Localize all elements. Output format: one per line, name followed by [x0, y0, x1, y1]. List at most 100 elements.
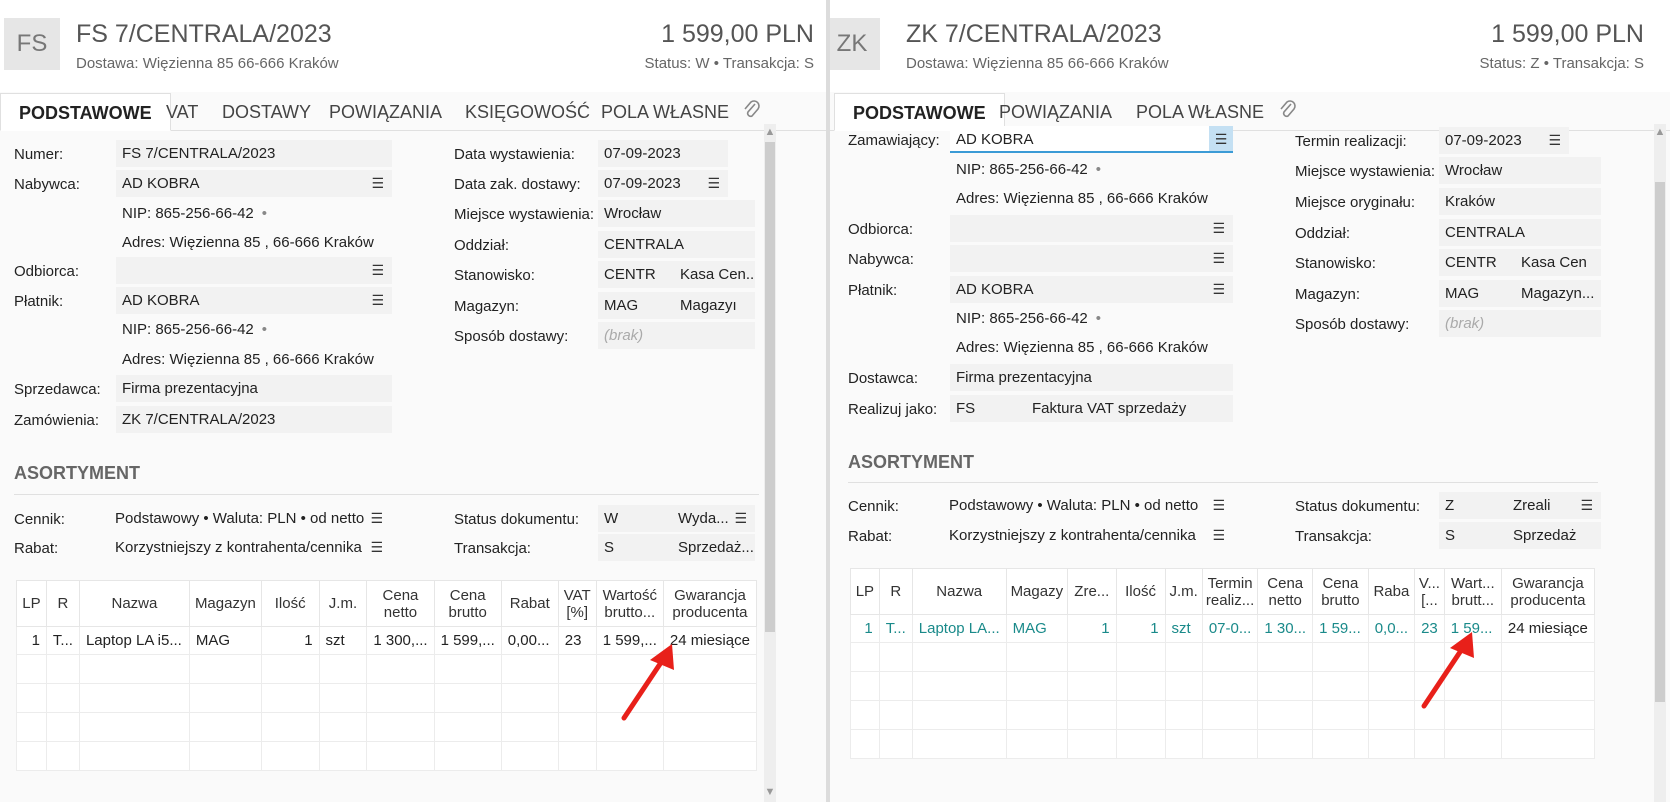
column-header[interactable]: Cena netto — [366, 580, 435, 627]
hamburger-icon[interactable]: ☰ — [1209, 126, 1233, 151]
table-cell[interactable]: T... — [45, 626, 80, 655]
tab-dostawy[interactable]: DOSTAWY — [222, 93, 311, 131]
column-header[interactable]: Raba — [1367, 568, 1416, 615]
column-header[interactable]: LP — [850, 568, 880, 615]
column-header[interactable]: Magazy — [1005, 568, 1069, 615]
hamburger-icon[interactable]: ☰ — [371, 170, 384, 197]
vertical-scrollbar[interactable]: ▲ — [1654, 124, 1666, 802]
column-header[interactable]: Cena brutto — [433, 580, 502, 627]
column-header[interactable]: Gwarancja producenta — [662, 580, 758, 627]
table-cell[interactable]: T... — [878, 614, 913, 643]
status-dokumentu-field[interactable]: Z Zreali ☰ — [1439, 492, 1601, 519]
platnik-field[interactable]: AD KOBRA ☰ — [116, 287, 392, 314]
scroll-thumb[interactable] — [1655, 182, 1665, 702]
transakcja-field[interactable]: S Sprzedaż... — [598, 534, 755, 561]
paperclip-icon[interactable] — [742, 99, 762, 127]
column-header[interactable]: VAT [%] — [557, 580, 597, 627]
scroll-down-icon[interactable]: ▼ — [764, 786, 776, 798]
rabat-field[interactable]: Korzystniejszy z kontrahenta/cennika ☰ — [109, 534, 391, 561]
rabat-field[interactable]: Korzystniejszy z kontrahenta/cennika ☰ — [943, 522, 1233, 549]
odbiorca-field[interactable]: ☰ — [950, 215, 1233, 242]
tab-pola-wlasne[interactable]: POLA WŁASNE — [601, 93, 729, 131]
hamburger-icon[interactable]: ☰ — [1212, 215, 1225, 242]
nabywca-field[interactable]: AD KOBRA ☰ — [116, 170, 392, 197]
oddzial-field[interactable]: CENTRALA — [598, 231, 755, 258]
column-header[interactable]: R — [878, 568, 913, 615]
table-cell[interactable]: 1 300,... — [366, 626, 435, 655]
hamburger-icon[interactable]: ☰ — [371, 287, 384, 314]
table-cell[interactable]: 23 — [557, 626, 597, 655]
cennik-field[interactable]: Podstawowy • Waluta: PLN • od netto ☰ — [943, 492, 1233, 519]
column-header[interactable]: Magazyn — [188, 580, 262, 627]
sprzedawca-field[interactable]: Firma prezentacyjna — [116, 375, 392, 402]
termin-field[interactable]: 07-09-2023 ☰ — [1439, 127, 1569, 154]
magazyn-field[interactable]: MAG Magazyn... — [1439, 280, 1601, 307]
stanowisko-field[interactable]: CENTR Kasa Cen — [1439, 249, 1601, 276]
hamburger-icon[interactable]: ☰ — [734, 505, 747, 532]
zamowienia-field[interactable]: ZK 7/CENTRALA/2023 — [116, 406, 392, 433]
table-cell[interactable]: 0,00... — [500, 626, 559, 655]
hamburger-icon[interactable]: ☰ — [1212, 522, 1225, 549]
realizuj-field[interactable]: FS Faktura VAT sprzedaży — [950, 395, 1233, 422]
data-dostawy-field[interactable]: 07-09-2023 ☰ — [598, 170, 728, 197]
scroll-thumb[interactable] — [765, 142, 775, 632]
hamburger-icon[interactable]: ☰ — [707, 170, 720, 197]
column-header[interactable]: Zre... — [1067, 568, 1117, 615]
table-cell[interactable]: 07-0... — [1201, 614, 1259, 643]
status-dokumentu-field[interactable]: W Wyda... ☰ — [598, 505, 755, 532]
cennik-field[interactable]: Podstawowy • Waluta: PLN • od netto ☰ — [109, 505, 391, 532]
hamburger-icon[interactable]: ☰ — [370, 534, 383, 561]
oddzial-field[interactable]: CENTRALA — [1439, 219, 1601, 246]
sposob-dostawy-field[interactable]: (brak) — [1439, 310, 1601, 337]
tab-vat[interactable]: VAT — [166, 93, 198, 131]
vertical-scrollbar[interactable]: ▲ ▼ — [764, 124, 776, 802]
table-cell[interactable]: szt — [318, 626, 368, 655]
column-header[interactable]: Nazwa — [911, 568, 1007, 615]
table-cell[interactable]: 1 30... — [1257, 614, 1314, 643]
table-cell[interactable]: MAG — [1005, 614, 1069, 643]
platnik-field[interactable]: AD KOBRA ☰ — [950, 276, 1233, 303]
column-header[interactable]: Cena netto — [1257, 568, 1314, 615]
column-header[interactable]: Wart... brutt... — [1443, 568, 1502, 615]
column-header[interactable]: Termin realiz... — [1201, 568, 1259, 615]
oryginal-field[interactable]: Kraków — [1439, 188, 1601, 215]
odbiorca-field[interactable]: ☰ — [116, 257, 392, 284]
hamburger-icon[interactable]: ☰ — [370, 505, 383, 532]
numer-field[interactable]: FS 7/CENTRALA/2023 — [116, 140, 392, 167]
hamburger-icon[interactable]: ☰ — [1580, 492, 1593, 519]
table-cell[interactable]: 1 — [1115, 614, 1166, 643]
scroll-up-icon[interactable]: ▲ — [764, 126, 776, 138]
column-header[interactable]: Ilość — [1115, 568, 1166, 615]
table-cell[interactable]: 1 — [1067, 614, 1117, 643]
scroll-up-icon[interactable]: ▲ — [1654, 126, 1666, 138]
nabywca-field[interactable]: ☰ — [950, 245, 1233, 272]
column-header[interactable]: Ilość — [260, 580, 320, 627]
table-cell[interactable]: 1 — [260, 626, 320, 655]
column-header[interactable]: J.m. — [318, 580, 368, 627]
table-cell[interactable]: 1 — [16, 626, 47, 655]
sposob-dostawy-field[interactable]: (brak) — [598, 322, 755, 349]
column-header[interactable]: Wartość brutto... — [595, 580, 664, 627]
hamburger-icon[interactable]: ☰ — [1212, 492, 1225, 519]
hamburger-icon[interactable]: ☰ — [371, 257, 384, 284]
tab-ksiegowosc[interactable]: KSIĘGOWOŚĆ — [465, 93, 590, 131]
hamburger-icon[interactable]: ☰ — [1212, 276, 1225, 303]
table-cell[interactable]: MAG — [188, 626, 262, 655]
zamawiajacy-field[interactable]: AD KOBRA ☰ — [950, 126, 1233, 153]
table-cell[interactable]: 1 599,... — [433, 626, 502, 655]
tab-podstawowe[interactable]: PODSTAWOWE — [0, 93, 171, 131]
column-header[interactable]: Gwarancja producenta — [1500, 568, 1596, 615]
column-header[interactable]: Nazwa — [78, 580, 190, 627]
paperclip-icon[interactable] — [1278, 99, 1298, 127]
table-cell[interactable]: 0,0... — [1367, 614, 1416, 643]
dostawca-field[interactable]: Firma prezentacyjna — [950, 364, 1233, 391]
tab-powiazania[interactable]: POWIĄZANIA — [329, 93, 442, 131]
column-header[interactable]: V... [... — [1414, 568, 1445, 615]
miejsce-field[interactable]: Wrocław — [1439, 157, 1601, 184]
magazyn-field[interactable]: MAG Magazyı — [598, 292, 755, 319]
table-cell[interactable]: 24 miesiące — [1500, 614, 1596, 643]
column-header[interactable]: J.m. — [1164, 568, 1203, 615]
table-cell[interactable]: 1 59... — [1312, 614, 1369, 643]
column-header[interactable]: Rabat — [500, 580, 559, 627]
column-header[interactable]: Cena brutto — [1312, 568, 1369, 615]
